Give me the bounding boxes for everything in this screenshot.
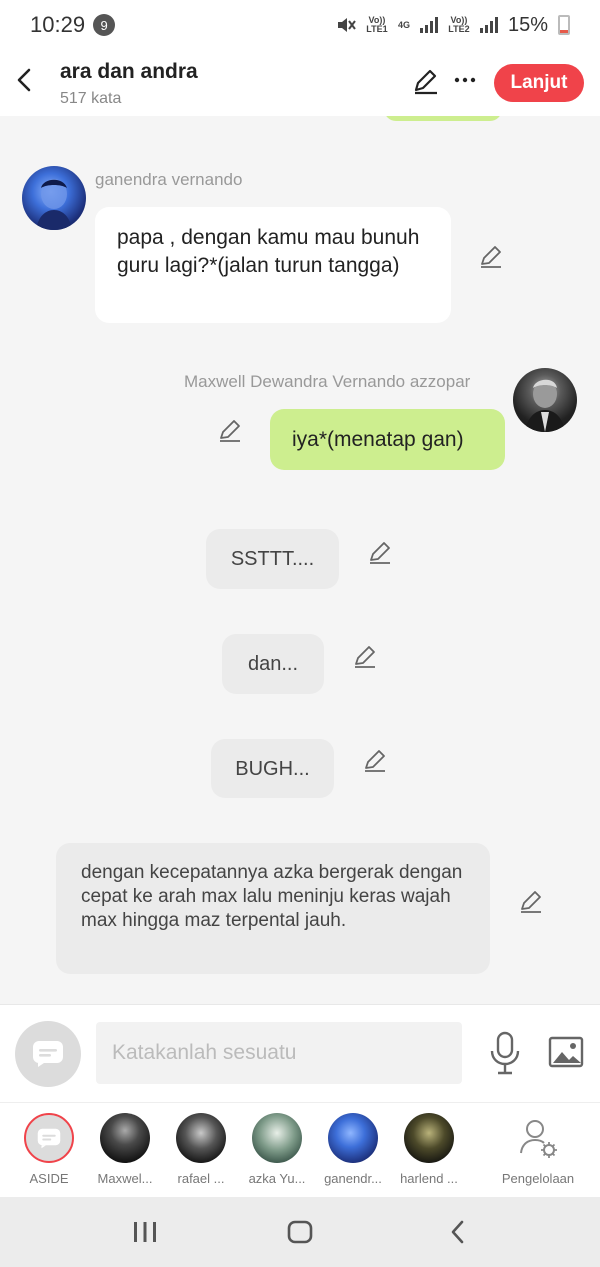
edit-message-button[interactable] bbox=[518, 889, 544, 915]
pencil-icon bbox=[370, 542, 390, 564]
avatar bbox=[328, 1113, 378, 1163]
message-bubble[interactable]: iya*(menatap gan) bbox=[270, 409, 505, 470]
more-dots-icon bbox=[454, 77, 476, 83]
message-input[interactable] bbox=[96, 1022, 462, 1084]
character-label: Maxwel... bbox=[97, 1171, 153, 1186]
avatar-ganendra[interactable] bbox=[22, 166, 86, 230]
recent-apps-button[interactable] bbox=[125, 1215, 165, 1249]
composer bbox=[0, 1004, 600, 1102]
sim1-label: Vo)) LTE1 bbox=[366, 15, 388, 34]
pencil-icon bbox=[414, 69, 437, 95]
pencil-icon bbox=[220, 420, 240, 442]
next-button[interactable]: Lanjut bbox=[494, 64, 584, 102]
aside-avatar bbox=[24, 1113, 74, 1163]
back-button[interactable] bbox=[10, 62, 38, 98]
avatar bbox=[100, 1113, 150, 1163]
character-harlend[interactable]: harlend ... bbox=[391, 1103, 467, 1198]
home-button[interactable] bbox=[280, 1215, 320, 1249]
edit-message-button[interactable] bbox=[478, 244, 504, 270]
character-label: rafael ... bbox=[177, 1171, 225, 1186]
character-aside[interactable]: ASIDE bbox=[11, 1103, 87, 1198]
chat-bubble-icon bbox=[37, 1128, 61, 1148]
edit-message-button[interactable] bbox=[217, 418, 243, 444]
narration-bubble[interactable]: dengan kecepatannya azka bergerak dengan… bbox=[56, 843, 490, 974]
avatar-portrait-icon bbox=[36, 179, 72, 230]
sim2-label: Vo)) LTE2 bbox=[448, 15, 470, 34]
character-azka[interactable]: azka Yu... bbox=[239, 1103, 315, 1198]
home-icon bbox=[287, 1220, 313, 1244]
character-ganendra[interactable]: ganendr... bbox=[315, 1103, 391, 1198]
edit-button[interactable] bbox=[412, 68, 440, 96]
character-maxwell[interactable]: Maxwel... bbox=[87, 1103, 163, 1198]
status-time: 10:29 bbox=[30, 12, 86, 37]
chevron-left-icon bbox=[451, 1220, 464, 1244]
mute-icon bbox=[337, 18, 356, 32]
signal1-icon bbox=[419, 17, 438, 33]
status-bar: 10:29 9 Vo)) LTE1 4G Vo)) LTE2 15% bbox=[0, 0, 600, 50]
image-icon bbox=[548, 1036, 584, 1068]
pencil-icon bbox=[365, 750, 385, 772]
network-type-label: 4G bbox=[397, 19, 410, 30]
word-count: 517 kata bbox=[60, 90, 122, 107]
signal2-icon bbox=[479, 17, 498, 33]
character-rafael[interactable]: rafael ... bbox=[163, 1103, 239, 1198]
header: ara dan andra 517 kata Lanjut bbox=[0, 50, 600, 116]
avatar bbox=[513, 1113, 563, 1163]
character-management[interactable]: Pengelolaan bbox=[498, 1103, 578, 1198]
aside-bubble[interactable]: SSTTT.... bbox=[206, 529, 339, 589]
character-label: azka Yu... bbox=[248, 1171, 306, 1186]
pencil-icon bbox=[481, 246, 501, 268]
previous-message-bubble[interactable] bbox=[384, 116, 502, 121]
pencil-icon bbox=[521, 891, 541, 913]
voice-button[interactable] bbox=[488, 1031, 522, 1075]
message-bubble[interactable]: papa , dengan kamu mau bunuh guru lagi?*… bbox=[95, 207, 451, 323]
sender-name: Maxwell Dewandra Vernando azzopar bbox=[184, 372, 471, 391]
pencil-icon bbox=[355, 646, 375, 668]
chat-area[interactable]: ganendra vernando papa , dengan kamu mau… bbox=[0, 116, 600, 1004]
microphone-icon bbox=[490, 1031, 520, 1075]
character-bar: ASIDE Maxwel... rafael ... azka Yu... ga… bbox=[0, 1102, 600, 1197]
edit-message-button[interactable] bbox=[362, 748, 388, 774]
status-icons: Vo)) LTE1 4G Vo)) LTE2 15% bbox=[336, 14, 570, 37]
system-nav-bar bbox=[0, 1197, 600, 1267]
notification-count-badge: 9 bbox=[93, 14, 116, 36]
image-button[interactable] bbox=[548, 1035, 584, 1069]
aside-bubble[interactable]: BUGH... bbox=[211, 739, 334, 798]
character-label: ASIDE bbox=[29, 1171, 69, 1186]
aside-bubble[interactable]: dan... bbox=[222, 634, 324, 694]
sender-name: ganendra vernando bbox=[95, 170, 243, 189]
edit-message-button[interactable] bbox=[352, 644, 378, 670]
recent-apps-icon bbox=[134, 1222, 156, 1242]
character-label: harlend ... bbox=[400, 1171, 458, 1186]
aside-mode-button[interactable] bbox=[15, 1021, 81, 1087]
edit-message-button[interactable] bbox=[367, 540, 393, 566]
avatar bbox=[252, 1113, 302, 1163]
avatar-portrait-icon bbox=[525, 379, 565, 432]
system-back-button[interactable] bbox=[437, 1215, 477, 1249]
more-options-button[interactable] bbox=[452, 66, 478, 94]
chevron-left-icon bbox=[17, 68, 31, 92]
avatar-maxwell[interactable] bbox=[513, 368, 577, 432]
battery-percent: 15% bbox=[507, 13, 548, 36]
story-title: ara dan andra bbox=[60, 60, 198, 83]
avatar bbox=[176, 1113, 226, 1163]
character-label: ganendr... bbox=[324, 1171, 382, 1186]
avatar bbox=[404, 1113, 454, 1163]
user-settings-icon bbox=[520, 1120, 557, 1158]
character-label: Pengelolaan bbox=[501, 1171, 575, 1186]
chat-bubble-icon bbox=[33, 1041, 63, 1067]
battery-icon bbox=[558, 15, 570, 35]
